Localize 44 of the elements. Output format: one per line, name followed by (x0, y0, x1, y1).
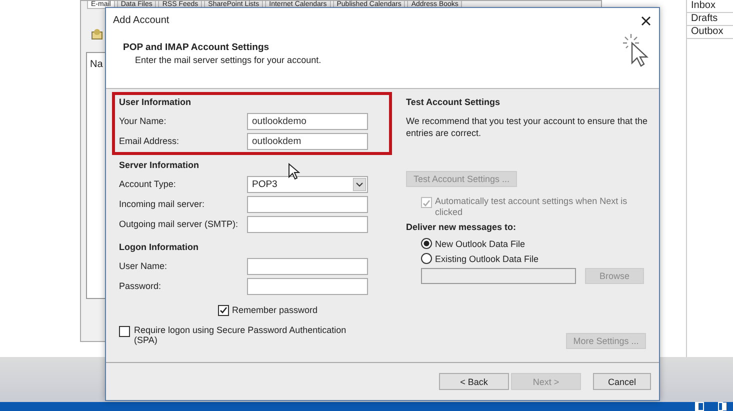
folder-item[interactable]: Drafts (687, 13, 733, 26)
section-heading: Server Information (119, 159, 200, 172)
input-field[interactable]: outlookdem (247, 132, 368, 150)
window-title: Add Account (113, 15, 170, 26)
input-field[interactable]: outlookdemo (247, 112, 368, 130)
input-field[interactable] (247, 278, 368, 294)
mouse-pointer-icon (288, 163, 300, 180)
checkbox[interactable] (119, 326, 130, 337)
field-label: User Name: (119, 261, 168, 271)
section-heading: Deliver new messages to: (406, 221, 516, 234)
description-text: We recommend that you test your account to ensure that the entries are correct. (406, 115, 648, 139)
input-field[interactable] (247, 258, 368, 274)
account-type-dropdown[interactable]: POP3 (247, 176, 368, 192)
section-heading: Logon Information (119, 241, 198, 254)
window-icon[interactable] (695, 402, 704, 411)
radio-label: Existing Outlook Data File (435, 254, 539, 264)
folder-item[interactable]: Inbox (687, 0, 733, 13)
radio-label: New Outlook Data File (435, 238, 526, 248)
column-header: Na (90, 59, 103, 70)
field-label: Your Name: (119, 116, 168, 126)
section-heading: Test Account Settings (406, 96, 500, 109)
close-icon[interactable] (641, 16, 651, 26)
dialog-button[interactable]: < Back (439, 373, 509, 390)
field-label: Email Address: (119, 136, 180, 146)
radio-button[interactable] (421, 238, 432, 249)
checkbox-label: Automatically test account settings when Next is clicked (435, 196, 628, 218)
input-field[interactable] (247, 196, 368, 212)
field-label: Outgoing mail server (SMTP): (119, 219, 240, 229)
dialog-button[interactable]: Cancel (593, 373, 651, 390)
checkmark-icon (422, 198, 431, 206)
field-label: Account Type: (119, 179, 177, 189)
radio-button[interactable] (421, 253, 432, 264)
field-label: Incoming mail server: (119, 199, 206, 209)
checkbox-label: Require logon using Secure Password Authentication (SPA) (134, 325, 348, 345)
checkbox[interactable] (218, 304, 229, 316)
input-field[interactable] (247, 216, 368, 232)
caret-icon[interactable] (353, 178, 366, 190)
section-subtitle: Enter the mail server settings for your account. (134, 55, 322, 65)
folder-item[interactable]: Outbox (687, 26, 733, 39)
section-title: POP and IMAP Account Settings (123, 42, 270, 53)
field-label: Password: (119, 281, 162, 291)
checkbox-label: Remember password (232, 305, 318, 315)
section-heading: User Information (119, 96, 192, 109)
checkmark-icon (219, 306, 228, 314)
